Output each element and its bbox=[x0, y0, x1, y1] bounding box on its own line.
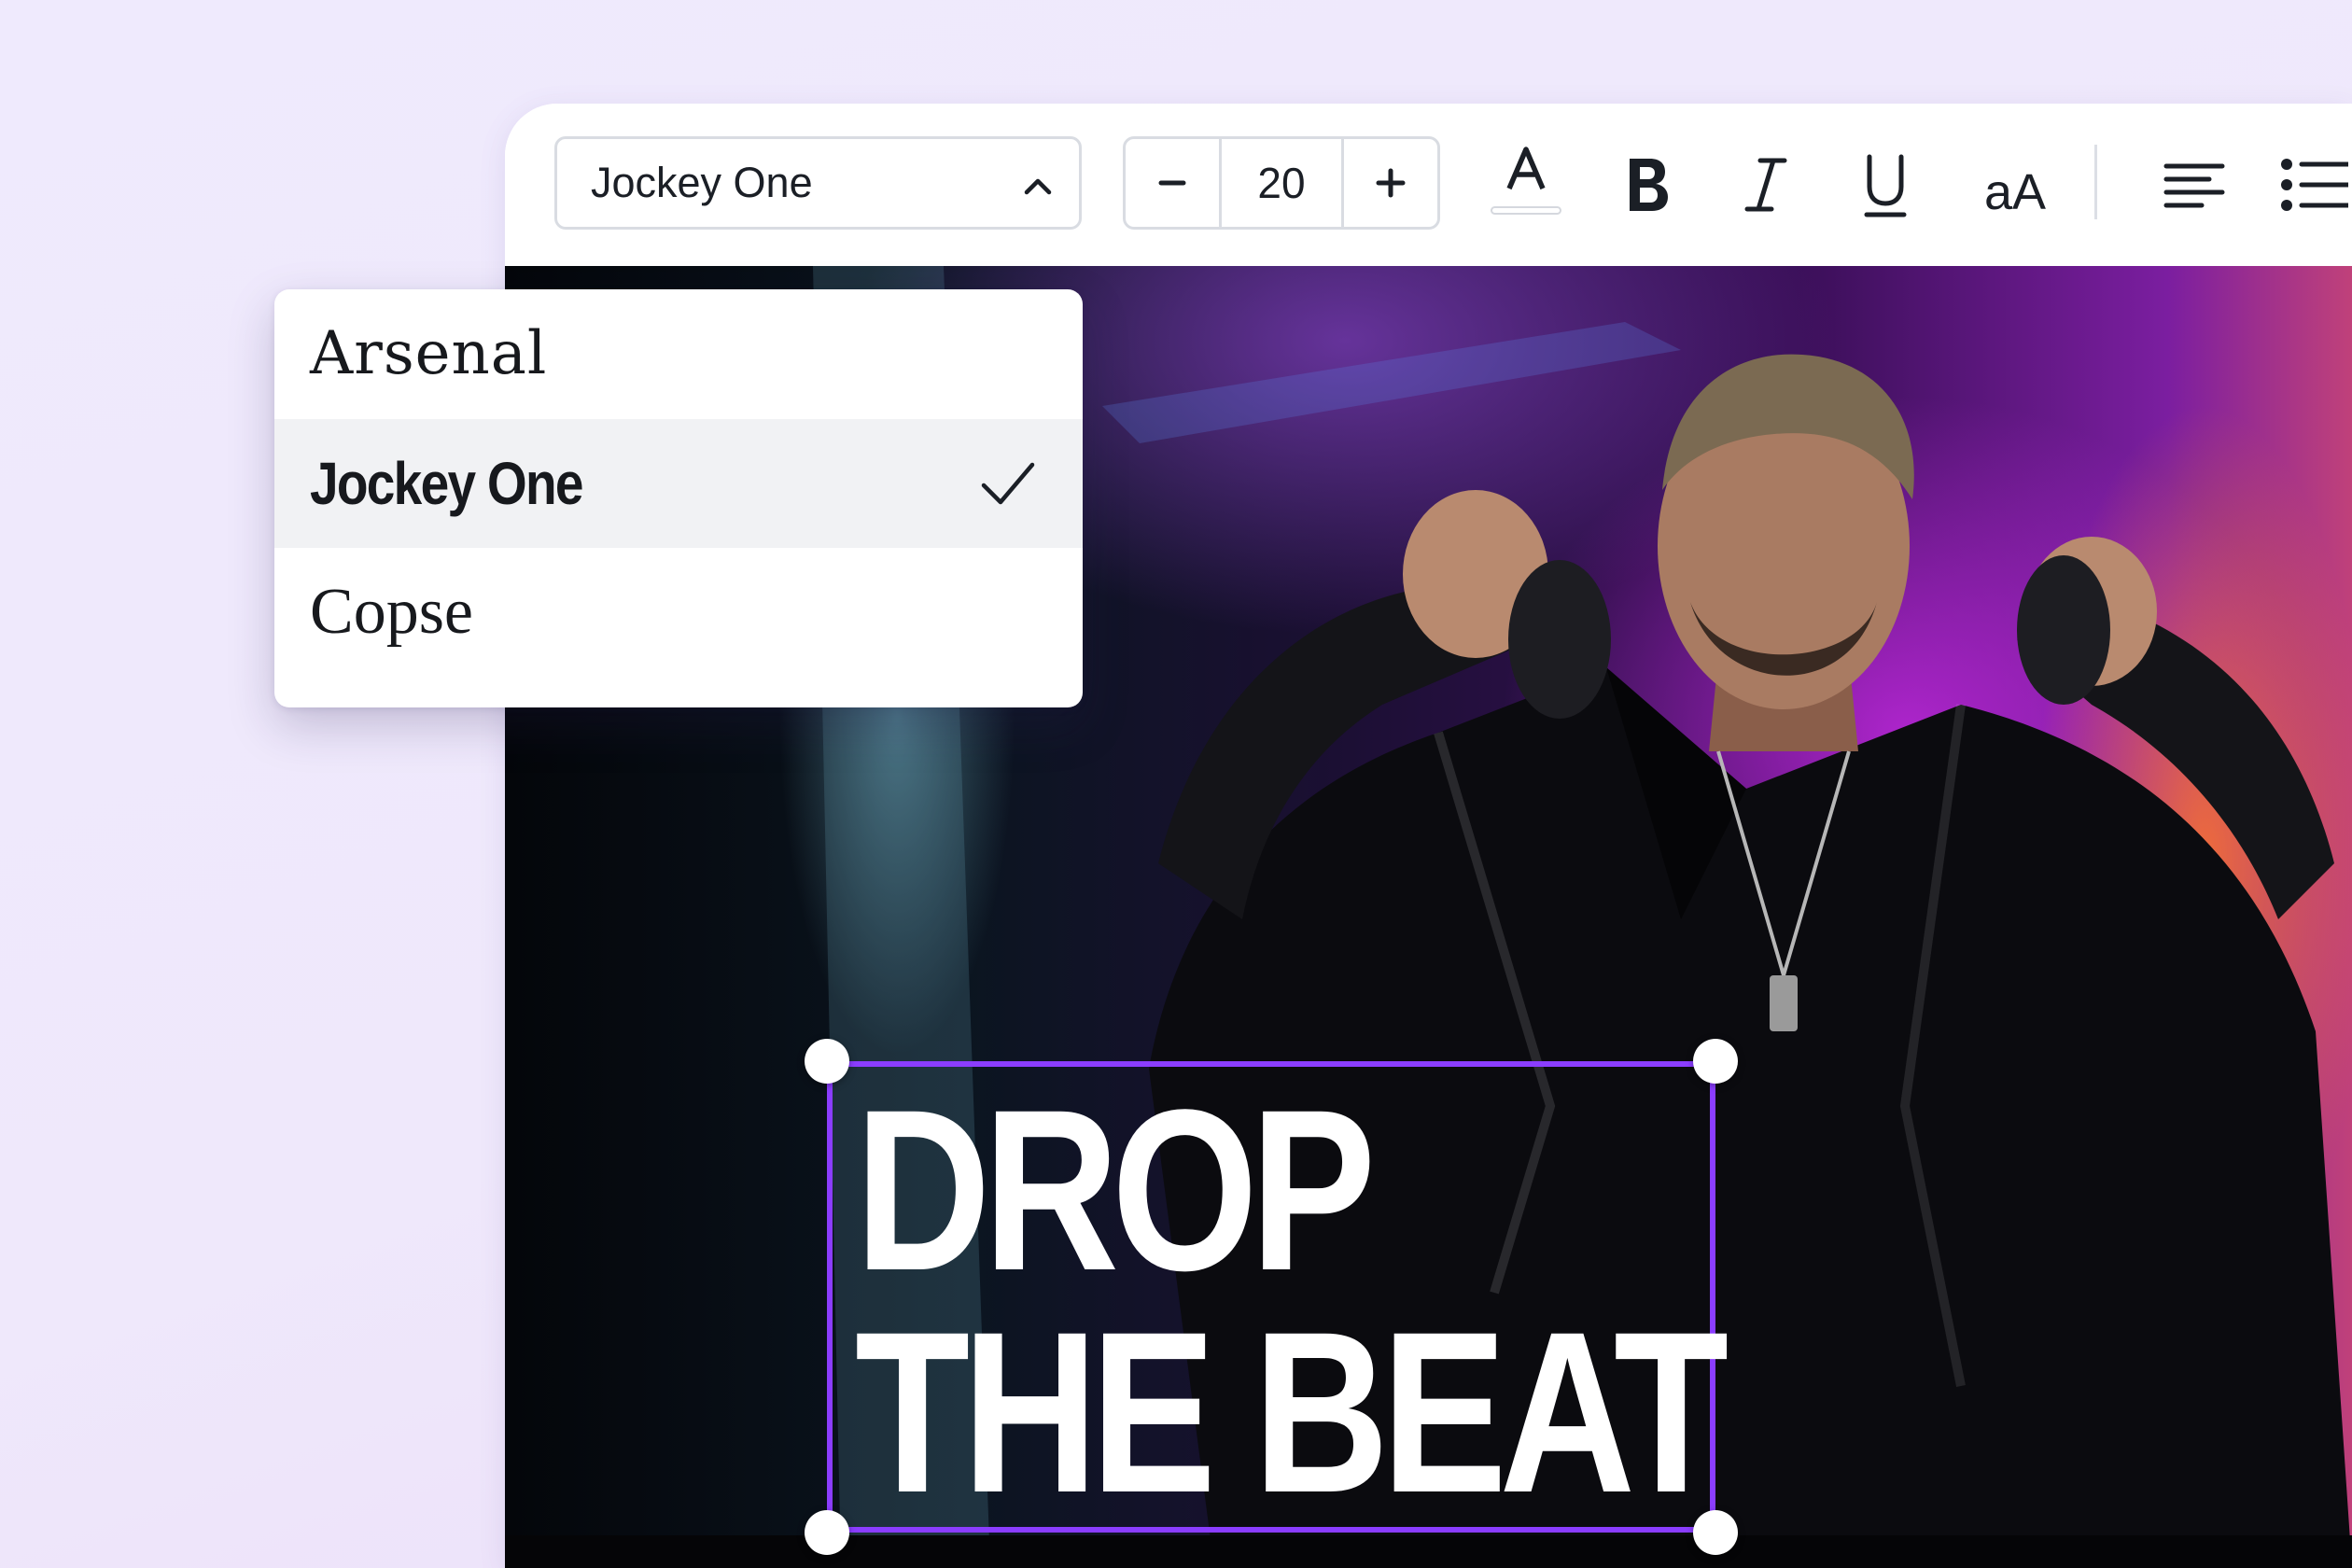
font-size-input[interactable]: 20 bbox=[1222, 139, 1341, 227]
font-option-label: Copse bbox=[310, 576, 473, 648]
bold-icon[interactable] bbox=[1609, 146, 1684, 224]
decrease-font-size-button[interactable] bbox=[1126, 139, 1222, 227]
align-left-icon[interactable] bbox=[2157, 146, 2232, 224]
minus-icon bbox=[1158, 180, 1186, 186]
font-option-copse[interactable]: Copse bbox=[274, 548, 1083, 677]
font-family-value: Jockey One bbox=[591, 159, 813, 206]
letter-case-icon[interactable]: aA bbox=[1968, 146, 2062, 224]
text-color-icon[interactable] bbox=[1489, 146, 1563, 224]
font-option-label: Jockey One bbox=[310, 450, 584, 517]
font-size-stepper: 20 bbox=[1123, 136, 1440, 230]
text-toolbar: Jockey One 20 aA bbox=[505, 104, 2352, 266]
resize-handle-bottom-left[interactable] bbox=[805, 1510, 849, 1555]
font-option-jockey-one[interactable]: Jockey One bbox=[274, 419, 1083, 548]
plus-icon bbox=[1376, 168, 1406, 198]
headline-line-1: DROP bbox=[855, 1062, 1376, 1319]
resize-handle-top-left[interactable] bbox=[805, 1039, 849, 1084]
font-option-arsenal[interactable]: Arsenal bbox=[274, 289, 1083, 418]
font-option-label: Arsenal bbox=[310, 319, 548, 388]
selected-text-box[interactable]: DROP THE BEAT bbox=[805, 1039, 1738, 1555]
bullet-list-icon[interactable] bbox=[2274, 146, 2348, 224]
resize-handle-top-right[interactable] bbox=[1693, 1039, 1738, 1084]
font-family-select[interactable]: Jockey One bbox=[554, 136, 1082, 230]
resize-handle-bottom-right[interactable] bbox=[1693, 1510, 1738, 1555]
toolbar-divider bbox=[2094, 145, 2097, 219]
font-dropdown-menu: Arsenal Jockey One Copse bbox=[274, 289, 1083, 707]
headline-text[interactable]: DROP THE BEAT bbox=[855, 1076, 1729, 1528]
increase-font-size-button[interactable] bbox=[1341, 139, 1437, 227]
svg-text:aA: aA bbox=[1984, 164, 2046, 220]
underline-icon[interactable] bbox=[1848, 146, 1923, 224]
headline-line-2: THE BEAT bbox=[855, 1284, 1729, 1541]
chevron-up-icon bbox=[1024, 178, 1052, 195]
italic-icon[interactable] bbox=[1729, 146, 1803, 224]
checkmark-icon bbox=[981, 462, 1035, 505]
